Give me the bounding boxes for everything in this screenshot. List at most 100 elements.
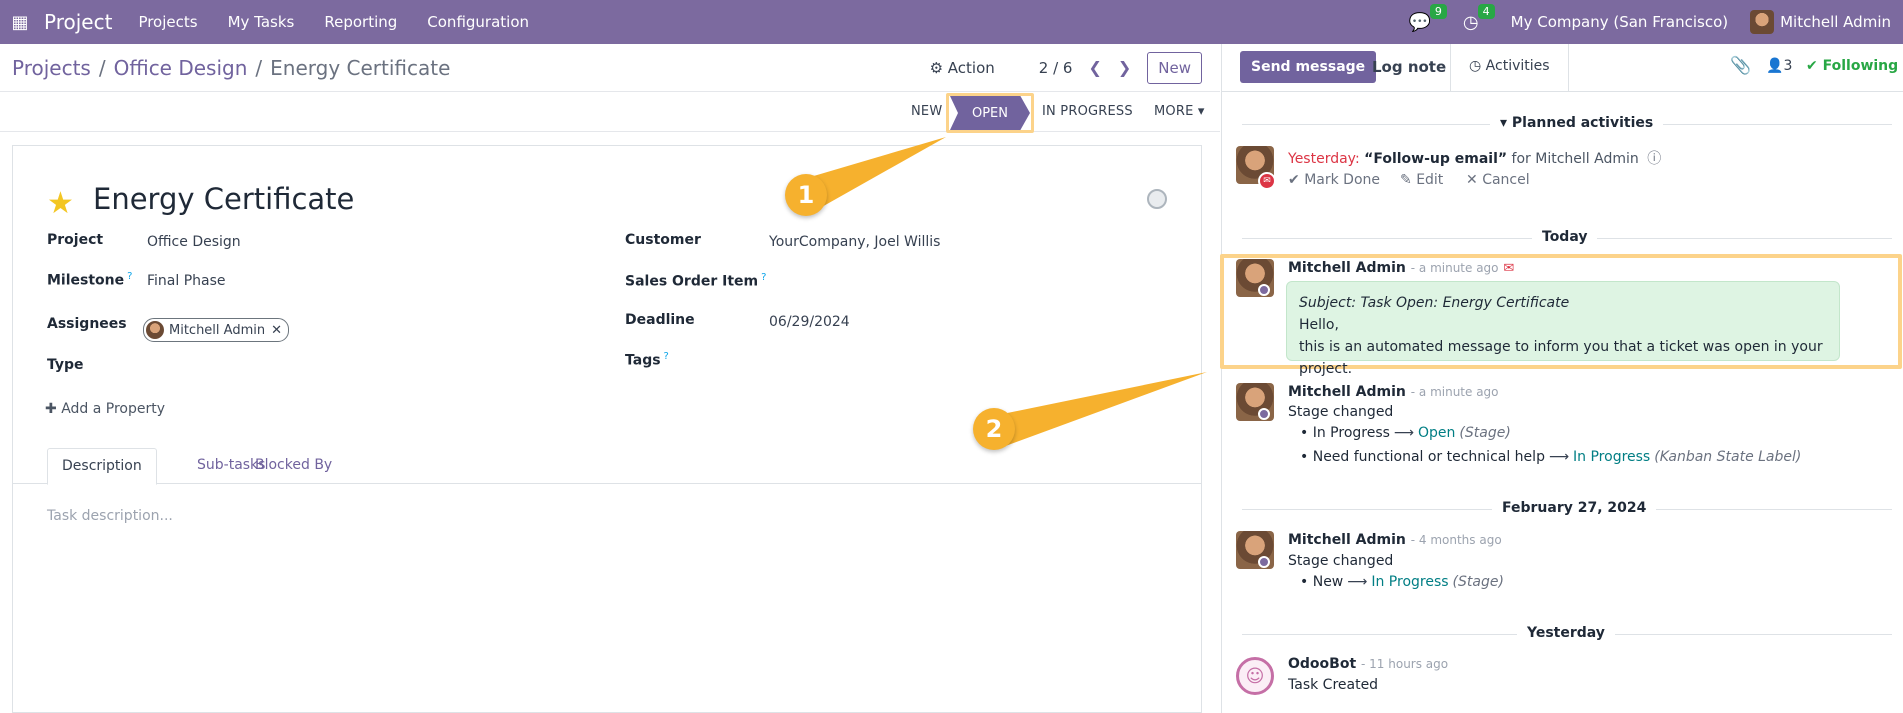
message-author[interactable]: Mitchell Admin - 4 months ago: [1288, 532, 1502, 548]
apps-menu-icon[interactable]: ▦: [0, 12, 40, 33]
menu-configuration[interactable]: Configuration: [427, 13, 529, 31]
send-message-button[interactable]: Send message: [1240, 51, 1377, 83]
stage-more-dropdown[interactable]: MORE ▾: [1154, 104, 1205, 119]
callout-badge-2: 2: [973, 408, 1015, 450]
breadcrumb-separator: /: [255, 55, 263, 80]
project-label: Project: [47, 232, 104, 248]
remove-tag-icon[interactable]: ✕: [271, 323, 282, 338]
menu-reporting[interactable]: Reporting: [324, 13, 397, 31]
message-time: - 11 hours ago: [1361, 657, 1449, 671]
paperclip-icon[interactable]: 📎: [1730, 56, 1751, 76]
activity-due: Yesterday:: [1288, 151, 1360, 167]
date-separator-today: Today: [1532, 229, 1598, 245]
edit-activity-button[interactable]: ✎ Edit: [1400, 172, 1443, 188]
project-field[interactable]: Office Design: [147, 234, 241, 250]
chat-icon: 💬: [1408, 11, 1431, 33]
menu-projects[interactable]: Projects: [138, 13, 197, 31]
planned-activities-toggle[interactable]: ▾ Planned activities: [1490, 115, 1664, 131]
activities-button[interactable]: ◷ 4: [1462, 3, 1495, 33]
pencil-icon: ✎: [1400, 172, 1412, 188]
info-icon[interactable]: ⓘ: [1647, 151, 1661, 167]
author-name: OdooBot: [1288, 656, 1357, 672]
add-property-label: Add a Property: [61, 401, 166, 417]
following-button[interactable]: ✔ Following: [1806, 58, 1898, 74]
breadcrumb-office-design[interactable]: Office Design: [114, 56, 248, 80]
status-dot: [1258, 408, 1270, 420]
task-title[interactable]: Energy Certificate: [93, 182, 354, 216]
messages-badge: 9: [1429, 3, 1447, 19]
email-line: this is an automated message to inform y…: [1299, 339, 1823, 377]
caret-down-icon: ▾: [1500, 115, 1508, 131]
action-label: Action: [947, 58, 995, 77]
assignee-name: Mitchell Admin: [169, 322, 266, 338]
author-name: Mitchell Admin: [1288, 532, 1406, 548]
caret-down-icon: ▾: [1197, 104, 1205, 119]
customer-field[interactable]: YourCompany, Joel Willis: [769, 234, 940, 250]
activity-title: “Follow-up email”: [1364, 151, 1508, 167]
stage-more-label: MORE: [1154, 104, 1194, 119]
activity-assignee: for Mitchell Admin: [1511, 151, 1639, 167]
following-label: Following: [1822, 58, 1899, 74]
message-author[interactable]: Mitchell Admin - a minute ago: [1288, 384, 1499, 400]
mark-done-button[interactable]: ✔ Mark Done: [1288, 172, 1380, 188]
action-button[interactable]: ⚙ Action: [930, 59, 995, 77]
callout-badge-1: 1: [785, 174, 827, 216]
activities-label: Activities: [1485, 58, 1550, 74]
tab-description[interactable]: Description: [47, 448, 157, 485]
check-icon: ✔: [1806, 58, 1818, 74]
help-icon[interactable]: ?: [761, 272, 766, 283]
tracking-line: • Need functional or technical help ⟶ In P…: [1300, 449, 1802, 465]
milestone-field[interactable]: Final Phase: [147, 273, 226, 289]
message-author[interactable]: Mitchell Admin - a minute ago ✉: [1288, 260, 1514, 276]
message-text: Task Created: [1288, 677, 1379, 693]
stage-in-progress[interactable]: IN PROGRESS: [1042, 104, 1133, 119]
new-button[interactable]: New: [1147, 51, 1202, 84]
message-text: Stage changed: [1288, 553, 1394, 569]
cancel-activity-button[interactable]: ✕ Cancel: [1466, 172, 1530, 188]
status-dot: [1258, 284, 1270, 296]
edit-label: Edit: [1416, 172, 1444, 188]
clock-icon: ◷: [1462, 11, 1479, 33]
pager-previous-icon[interactable]: ❮: [1088, 58, 1101, 77]
help-icon[interactable]: ?: [664, 351, 669, 362]
assignee-tag[interactable]: Mitchell Admin ✕: [143, 318, 290, 342]
log-note-button[interactable]: Log note: [1372, 58, 1446, 76]
app-brand[interactable]: Project: [44, 10, 112, 34]
help-icon[interactable]: ?: [127, 271, 132, 282]
kanban-state-indicator[interactable]: [1147, 189, 1167, 209]
tracking-line: • In Progress ⟶ Open (Stage): [1300, 425, 1511, 441]
email-line: Hello,: [1299, 317, 1339, 333]
arrow-right-icon: ⟶: [1393, 425, 1414, 441]
activity-summary: Yesterday: “Follow-up email” for Mitchel…: [1288, 148, 1661, 168]
menu-my-tasks[interactable]: My Tasks: [228, 13, 295, 31]
description-editor[interactable]: Task description...: [47, 508, 173, 524]
message-time: - 4 months ago: [1410, 533, 1502, 547]
mark-done-label: Mark Done: [1304, 172, 1380, 188]
user-menu[interactable]: Mitchell Admin: [1750, 10, 1891, 34]
pager-next-icon[interactable]: ❯: [1118, 58, 1131, 77]
sales-order-item-label-text: Sales Order Item: [625, 273, 759, 290]
message-author[interactable]: OdooBot - 11 hours ago: [1288, 656, 1448, 672]
chatter-topbar: Send message Log note ◷ Activities 📎 👤3 …: [1222, 44, 1903, 92]
tags-label: Tags?: [625, 351, 669, 369]
stage-new[interactable]: NEW: [911, 104, 942, 119]
company-switcher[interactable]: My Company (San Francisco): [1511, 13, 1728, 31]
milestone-label: Milestone?: [47, 271, 132, 289]
followers-button[interactable]: 👤3: [1766, 58, 1792, 74]
email-message-body: Subject: Task Open: Energy Certificate H…: [1286, 281, 1840, 377]
notebook-tabs: Description Sub-tasks Blocked By: [13, 448, 1201, 485]
tracking-from: New: [1312, 574, 1344, 590]
tab-blocked-by[interactable]: Blocked By: [241, 448, 346, 485]
check-icon: ✔: [1288, 172, 1300, 188]
author-name: Mitchell Admin: [1288, 384, 1406, 400]
activities-button-chatter[interactable]: ◷ Activities: [1450, 44, 1569, 92]
add-property-button[interactable]: ✚ Add a Property: [45, 401, 165, 417]
star-icon[interactable]: ★: [47, 186, 74, 221]
breadcrumb-projects[interactable]: Projects: [12, 56, 91, 80]
messages-button[interactable]: 💬 9: [1408, 3, 1447, 33]
deadline-field[interactable]: 06/29/2024: [769, 314, 850, 330]
cancel-label: Cancel: [1482, 172, 1530, 188]
customer-label: Customer: [625, 232, 701, 248]
pager-value[interactable]: 2 / 6: [1039, 59, 1073, 77]
tracking-field: (Stage): [1452, 574, 1504, 590]
